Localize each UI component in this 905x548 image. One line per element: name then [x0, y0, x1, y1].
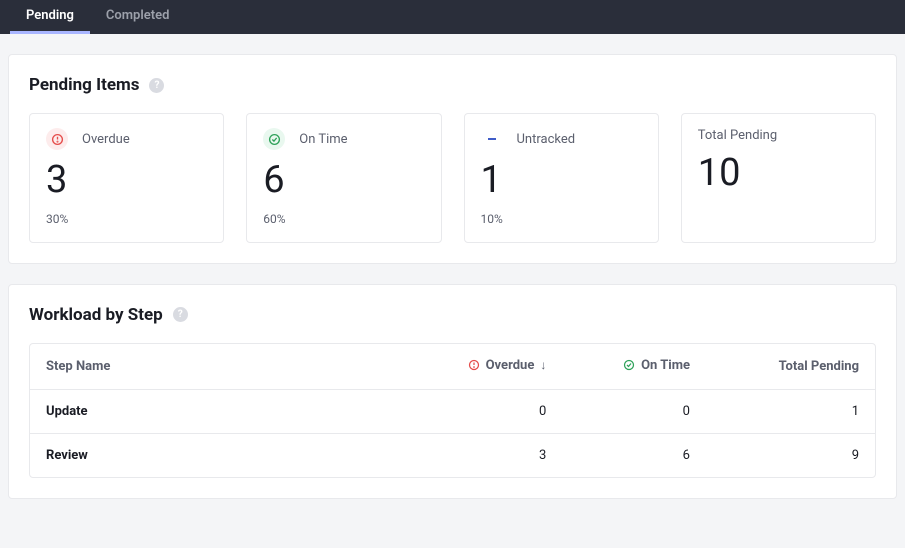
stat-label: On Time	[299, 132, 347, 147]
stat-card-overdue: Overdue 3 30%	[29, 113, 224, 243]
stat-value: 3	[46, 160, 207, 202]
stat-value: 10	[698, 153, 859, 195]
pending-items-card: Pending Items ? Overdue 3 30%	[8, 54, 897, 264]
table-row: Update 0 0 1	[30, 390, 875, 434]
alert-circle-icon	[46, 128, 68, 150]
stat-sub: 10%	[481, 212, 642, 226]
help-icon[interactable]: ?	[149, 78, 164, 93]
col-total[interactable]: Total Pending	[706, 344, 875, 390]
pending-items-title: Pending Items	[29, 75, 139, 95]
workload-title: Workload by Step	[29, 305, 163, 325]
cell-overdue: 0	[436, 390, 563, 434]
pending-items-header: Pending Items ?	[29, 75, 876, 95]
arrow-down-icon: ↓	[540, 358, 546, 372]
stat-value: 6	[263, 160, 424, 202]
col-ontime[interactable]: On Time	[562, 344, 706, 390]
stat-label: Total Pending	[698, 128, 777, 143]
alert-circle-icon	[468, 359, 480, 371]
tabs: Pending Completed	[0, 0, 905, 34]
cell-total: 9	[706, 434, 875, 478]
stat-label: Untracked	[517, 132, 576, 147]
workload-card: Workload by Step ? Step Name	[8, 284, 897, 500]
col-overdue[interactable]: Overdue ↓	[436, 344, 563, 390]
cell-step: Review	[30, 434, 436, 478]
cell-total: 1	[706, 390, 875, 434]
main-content: Pending Items ? Overdue 3 30%	[0, 34, 905, 507]
stats-row: Overdue 3 30% On Time 6 60%	[29, 113, 876, 243]
check-circle-icon	[263, 128, 285, 150]
col-step-name[interactable]: Step Name	[30, 344, 436, 390]
stat-card-ontime: On Time 6 60%	[246, 113, 441, 243]
cell-overdue: 3	[436, 434, 563, 478]
cell-ontime: 0	[562, 390, 706, 434]
help-icon[interactable]: ?	[173, 307, 188, 322]
check-circle-icon	[623, 359, 635, 371]
table-row: Review 3 6 9	[30, 434, 875, 478]
tab-pending[interactable]: Pending	[10, 0, 90, 34]
tab-completed[interactable]: Completed	[90, 0, 186, 34]
stat-card-untracked: Untracked 1 10%	[464, 113, 659, 243]
stat-sub: 30%	[46, 212, 207, 226]
cell-ontime: 6	[562, 434, 706, 478]
stat-card-total: Total Pending 10	[681, 113, 876, 243]
minus-icon	[481, 128, 503, 150]
stat-value: 1	[481, 160, 642, 202]
cell-step: Update	[30, 390, 436, 434]
workload-header: Workload by Step ?	[29, 305, 876, 325]
stat-label: Overdue	[82, 132, 130, 147]
stat-sub: 60%	[263, 212, 424, 226]
workload-table: Step Name	[30, 344, 875, 478]
workload-table-wrap: Step Name	[29, 343, 876, 479]
